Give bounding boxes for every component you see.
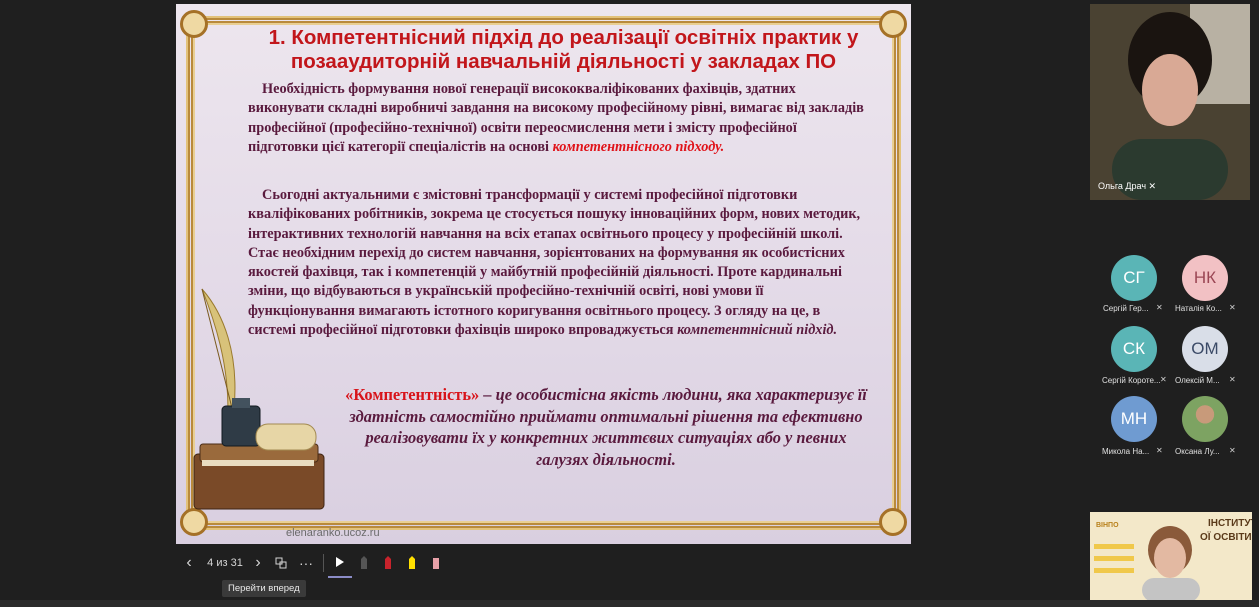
participant-name-3: Сергій Короте... — [1102, 376, 1161, 385]
chevron-right-icon: › — [255, 554, 261, 571]
paragraph-1-highlight: компетентнісного підходу. — [552, 138, 725, 155]
definition-keyword: «Компетентність» — [345, 385, 480, 404]
highlighter-yellow-icon — [409, 556, 415, 569]
participant-video-frame — [1090, 4, 1250, 200]
mic-off-icon: ✕ — [1160, 375, 1167, 384]
slide-title: 1. Компетентнісний підхід до реалізації … — [268, 26, 859, 73]
pen-red-button[interactable] — [376, 549, 400, 577]
page-counter: 4 из 31 — [207, 557, 243, 569]
paragraph-2-text: Сьогодні актуальними є змістовні трансфо… — [248, 187, 861, 339]
presentation-slide: 1. Компетентнісний підхід до реалізації … — [176, 4, 911, 544]
mic-off-icon: ✕ — [1156, 446, 1163, 455]
mic-off-icon: ✕ — [1148, 181, 1157, 191]
books-inkwell-decoration — [193, 398, 325, 510]
avatar-6-photo[interactable] — [1182, 396, 1228, 442]
participant-video-tile[interactable]: Ольга Драч ✕ — [1090, 4, 1250, 200]
pen-red-icon — [385, 556, 391, 569]
pointer-arrow-icon — [336, 557, 344, 567]
avatar-5[interactable]: МН — [1111, 396, 1157, 442]
participant-name-6: Оксана Лу... — [1175, 447, 1220, 456]
pen-black-icon — [361, 556, 367, 569]
previous-slide-button[interactable]: ‹ — [176, 549, 202, 577]
participant-name-1: Сергій Гер... — [1103, 304, 1149, 313]
eraser-icon — [433, 558, 439, 569]
mic-off-icon: ✕ — [1229, 375, 1236, 384]
mic-off-icon: ✕ — [1156, 303, 1163, 312]
next-slide-button[interactable]: › — [248, 549, 268, 577]
pointer-tool-button[interactable] — [328, 548, 352, 578]
avatar-4[interactable]: ОМ — [1182, 326, 1228, 372]
pen-black-button[interactable] — [352, 549, 376, 577]
participant-name-5: Микола На... — [1102, 447, 1150, 456]
participant-name-2: Наталія Ко... — [1175, 304, 1222, 313]
chevron-left-icon: ‹ — [186, 554, 192, 571]
highlighter-button[interactable] — [400, 549, 424, 577]
paragraph-2: Сьогодні актуальними є змістовні трансфо… — [248, 186, 868, 340]
avatar-3[interactable]: СК — [1111, 326, 1157, 372]
presentation-toolbar: ‹ 4 из 31 › ··· — [176, 548, 476, 578]
mic-off-icon: ✕ — [1229, 303, 1236, 312]
more-horizontal-icon: ··· — [299, 555, 313, 571]
eraser-button[interactable] — [424, 549, 448, 577]
next-slide-tooltip: Перейти вперед — [222, 580, 306, 597]
toolbar-divider — [318, 549, 328, 577]
frame-ornament-tl — [180, 10, 208, 38]
avatar-2[interactable]: НК — [1182, 255, 1228, 301]
presenter-person — [1094, 526, 1200, 602]
more-options-button[interactable]: ··· — [294, 549, 318, 577]
taskbar — [0, 600, 1259, 607]
paragraph-2-end: компетентнісний підхід. — [677, 322, 838, 339]
participant-name-4: Олексій М... — [1175, 376, 1220, 385]
definition-block: «Компетентність» – це особистісна якість… — [341, 384, 871, 470]
presenter-video-tile[interactable]: ВІНПО ІНСТИТУТ ОЇ ОСВІТИ — [1090, 512, 1252, 602]
participant-name: Ольга Драч ✕ — [1098, 181, 1157, 191]
grid-view-button[interactable] — [268, 549, 294, 577]
slides-grid-icon — [275, 557, 287, 569]
avatar-1[interactable]: СГ — [1111, 255, 1157, 301]
mic-off-icon: ✕ — [1229, 446, 1236, 455]
frame-ornament-br — [879, 508, 907, 536]
slide-watermark: elenaranko.ucoz.ru — [286, 527, 380, 539]
paragraph-1: Необхідність формування нової генерації … — [248, 80, 868, 157]
